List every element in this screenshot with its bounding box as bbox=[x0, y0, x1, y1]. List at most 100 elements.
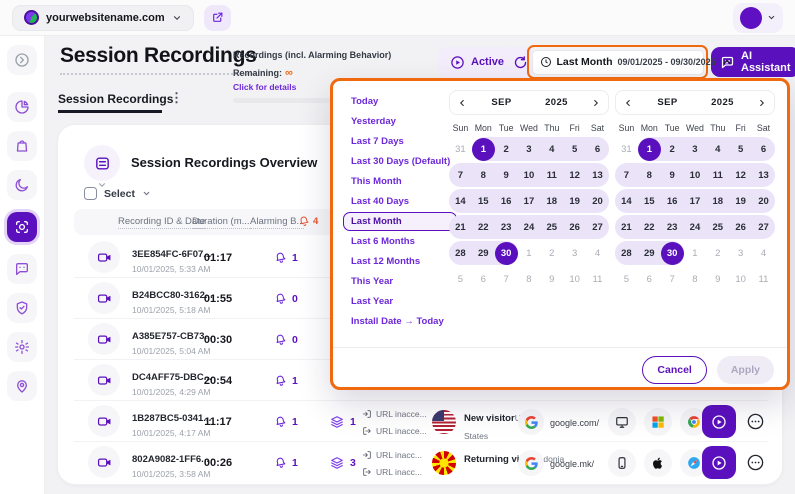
calendar-day[interactable]: 9 bbox=[661, 163, 684, 187]
row-more-button[interactable] bbox=[742, 449, 769, 476]
calendar-day[interactable]: 5 bbox=[563, 137, 586, 161]
play-recording-button[interactable] bbox=[702, 446, 736, 479]
row-more-button[interactable] bbox=[742, 408, 769, 435]
calendar-day[interactable]: 18 bbox=[540, 189, 563, 213]
tab-menu-button[interactable]: ⋮ bbox=[170, 90, 183, 106]
date-preset-option[interactable]: Last Month bbox=[343, 212, 457, 231]
calendar-day[interactable]: 15 bbox=[638, 189, 661, 213]
date-preset-option[interactable]: Install Date → Today bbox=[343, 312, 457, 331]
date-preset-option[interactable]: This Month bbox=[343, 172, 457, 191]
date-preset-option[interactable]: Last 40 Days bbox=[343, 192, 457, 211]
calendar-day[interactable]: 7 bbox=[661, 267, 684, 291]
calendar-day[interactable]: 31 bbox=[615, 137, 638, 161]
date-preset-option[interactable]: Yesterday bbox=[343, 112, 457, 131]
calendar-day[interactable]: 27 bbox=[752, 215, 775, 239]
calendar-day[interactable]: 28 bbox=[449, 241, 472, 265]
calendar-day[interactable]: 8 bbox=[638, 163, 661, 187]
calendar-day[interactable]: 1 bbox=[472, 137, 495, 161]
calendar-day[interactable]: 5 bbox=[729, 137, 752, 161]
date-range-button[interactable]: Last Month 09/01/2025 - 09/30/2025 bbox=[532, 50, 704, 75]
calendar-day[interactable]: 7 bbox=[615, 163, 638, 187]
date-preset-option[interactable]: Today bbox=[343, 92, 457, 111]
calendar-day[interactable]: 8 bbox=[472, 163, 495, 187]
calendar-day[interactable]: 6 bbox=[472, 267, 495, 291]
play-recording-button[interactable] bbox=[702, 405, 736, 438]
calendar-day[interactable]: 4 bbox=[540, 137, 563, 161]
next-month-button[interactable] bbox=[584, 98, 608, 108]
calendar-day[interactable]: 5 bbox=[615, 267, 638, 291]
calendar-day[interactable]: 27 bbox=[586, 215, 609, 239]
prev-month-button[interactable] bbox=[616, 98, 640, 108]
calendar-day[interactable]: 14 bbox=[615, 189, 638, 213]
calendar-day[interactable]: 11 bbox=[586, 267, 609, 291]
calendar-day[interactable]: 4 bbox=[752, 241, 775, 265]
calendar-day[interactable]: 4 bbox=[586, 241, 609, 265]
user-menu[interactable] bbox=[733, 3, 783, 33]
sidebar-item-feedback[interactable] bbox=[7, 254, 37, 284]
calendar-day[interactable]: 14 bbox=[449, 189, 472, 213]
recording-row[interactable]: 802A9082-1FF6...10/01/2025, 3:58 AM 00:2… bbox=[74, 442, 768, 483]
calendar-day[interactable]: 3 bbox=[518, 137, 541, 161]
calendar-day[interactable]: 16 bbox=[495, 189, 518, 213]
calendar-day[interactable]: 6 bbox=[586, 137, 609, 161]
calendar-day[interactable]: 12 bbox=[563, 163, 586, 187]
date-preset-option[interactable]: Last 12 Months bbox=[343, 252, 457, 271]
calendar-day[interactable]: 20 bbox=[586, 189, 609, 213]
calendar-day[interactable]: 7 bbox=[449, 163, 472, 187]
calendar-day[interactable]: 6 bbox=[752, 137, 775, 161]
calendar-day[interactable]: 13 bbox=[586, 163, 609, 187]
calendar-day[interactable]: 29 bbox=[472, 241, 495, 265]
calendar-day[interactable]: 30 bbox=[495, 241, 518, 265]
calendar-day[interactable]: 24 bbox=[684, 215, 707, 239]
date-preset-option[interactable]: Last 7 Days bbox=[343, 132, 457, 151]
calendar-day[interactable]: 3 bbox=[729, 241, 752, 265]
calendar-day[interactable]: 12 bbox=[729, 163, 752, 187]
calendar-day[interactable]: 22 bbox=[472, 215, 495, 239]
calendar-day[interactable]: 25 bbox=[706, 215, 729, 239]
calendar-day[interactable]: 17 bbox=[518, 189, 541, 213]
calendar-day[interactable]: 2 bbox=[540, 241, 563, 265]
select-dropdown[interactable]: Select bbox=[84, 187, 151, 200]
calendar-day[interactable]: 4 bbox=[706, 137, 729, 161]
sidebar-item-analytics[interactable] bbox=[7, 92, 37, 122]
calendar-day[interactable]: 19 bbox=[563, 189, 586, 213]
calendar-day[interactable]: 17 bbox=[684, 189, 707, 213]
apply-button[interactable]: Apply bbox=[717, 356, 774, 384]
date-preset-option[interactable]: Last 6 Months bbox=[343, 232, 457, 251]
calendar-day[interactable]: 1 bbox=[684, 241, 707, 265]
calendar-day[interactable]: 9 bbox=[495, 163, 518, 187]
calendar-day[interactable]: 18 bbox=[706, 189, 729, 213]
calendar-day[interactable]: 10 bbox=[518, 163, 541, 187]
calendar-day[interactable]: 21 bbox=[615, 215, 638, 239]
calendar-day[interactable]: 3 bbox=[563, 241, 586, 265]
calendar-day[interactable]: 11 bbox=[706, 163, 729, 187]
sidebar-item-settings[interactable] bbox=[7, 332, 37, 362]
sidebar-item-privacy[interactable] bbox=[7, 293, 37, 323]
calendar-day[interactable]: 26 bbox=[563, 215, 586, 239]
calendar-day[interactable]: 26 bbox=[729, 215, 752, 239]
website-selector[interactable]: yourwebsitename.com bbox=[12, 5, 194, 31]
calendar-day[interactable]: 22 bbox=[638, 215, 661, 239]
calendar-day[interactable]: 6 bbox=[638, 267, 661, 291]
prev-month-button[interactable] bbox=[450, 98, 474, 108]
calendar-day[interactable]: 24 bbox=[518, 215, 541, 239]
calendar-day[interactable]: 28 bbox=[615, 241, 638, 265]
select-checkbox[interactable] bbox=[84, 187, 97, 200]
calendar-day[interactable]: 29 bbox=[638, 241, 661, 265]
calendar-day[interactable]: 8 bbox=[518, 267, 541, 291]
calendar-day[interactable]: 10 bbox=[563, 267, 586, 291]
calendar-day[interactable]: 8 bbox=[684, 267, 707, 291]
calendar-day[interactable]: 25 bbox=[540, 215, 563, 239]
date-preset-option[interactable]: Last 30 Days (Default) bbox=[343, 152, 457, 171]
calendar-day[interactable]: 16 bbox=[661, 189, 684, 213]
next-month-button[interactable] bbox=[750, 98, 774, 108]
calendar-day[interactable]: 2 bbox=[495, 137, 518, 161]
calendar-day[interactable]: 20 bbox=[752, 189, 775, 213]
recording-row[interactable]: 1B287BC5-0341...10/01/2025, 4:17 AM 11:1… bbox=[74, 401, 768, 442]
date-preset-option[interactable]: Last Year bbox=[343, 292, 457, 311]
calendar-day[interactable]: 30 bbox=[661, 241, 684, 265]
sidebar-item-store[interactable] bbox=[7, 131, 37, 161]
date-preset-option[interactable]: This Year bbox=[343, 272, 457, 291]
open-site-button[interactable] bbox=[204, 5, 231, 31]
calendar-day[interactable]: 1 bbox=[638, 137, 661, 161]
